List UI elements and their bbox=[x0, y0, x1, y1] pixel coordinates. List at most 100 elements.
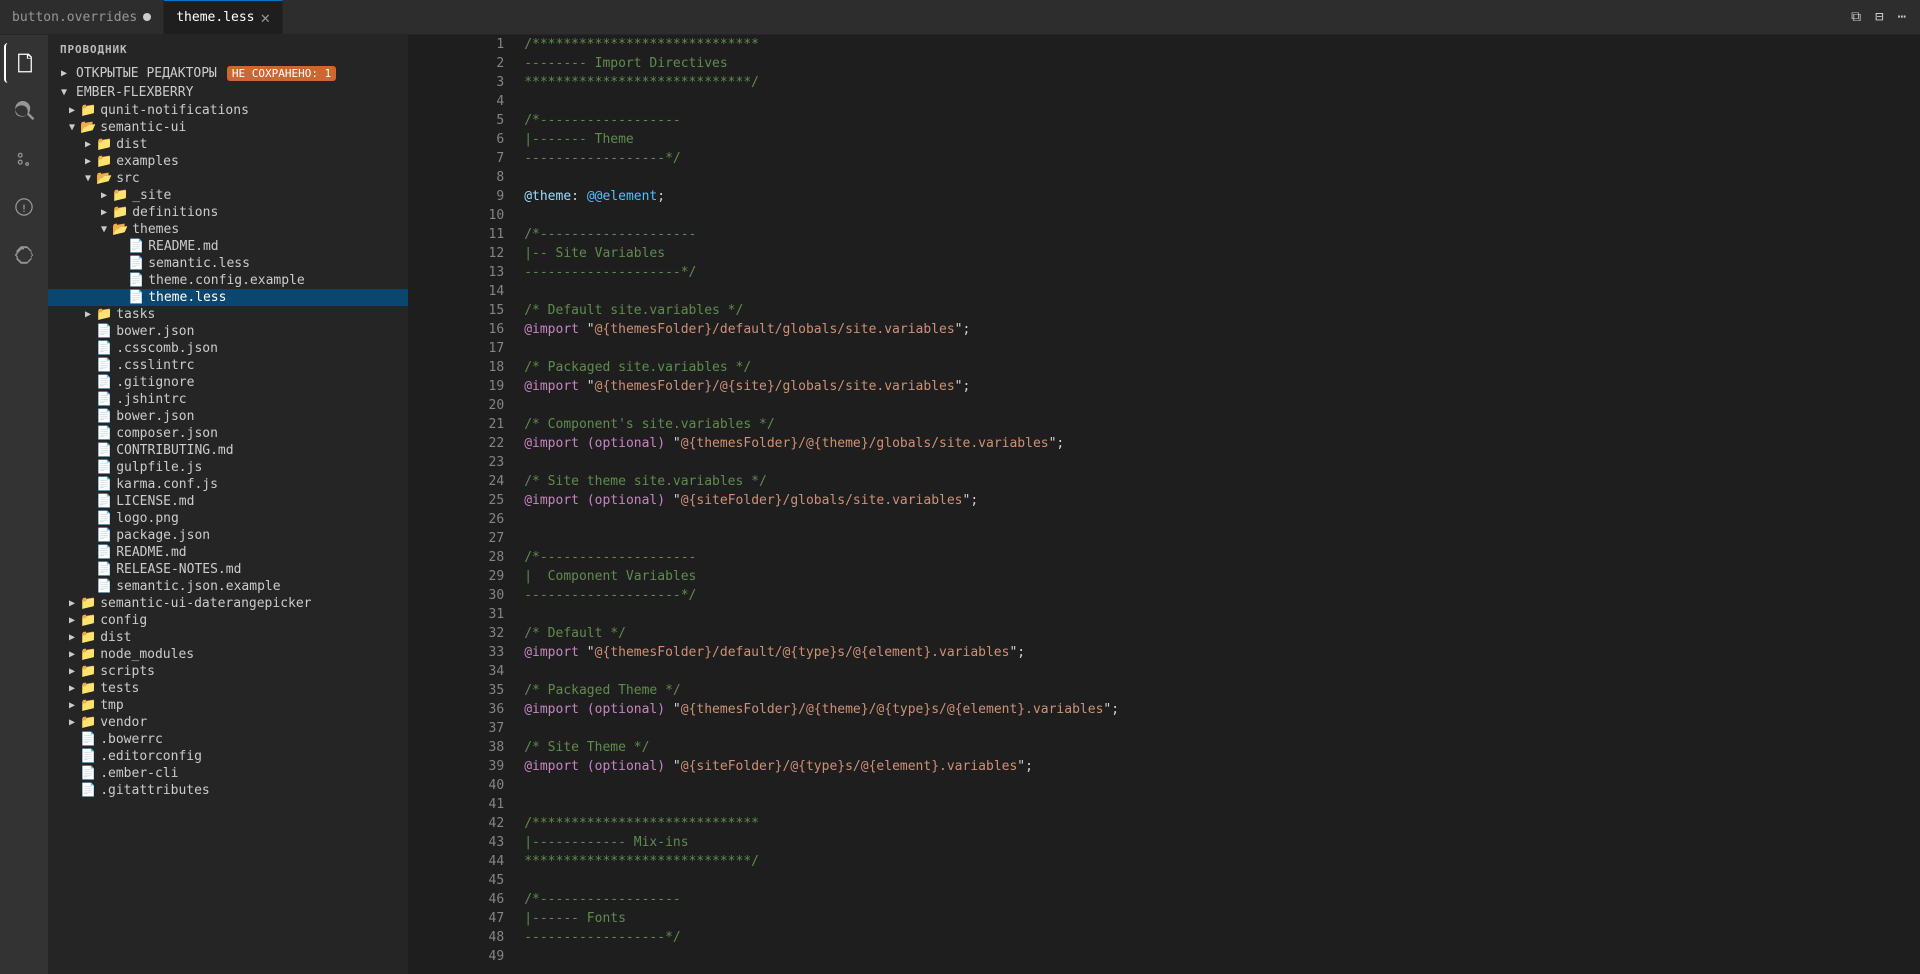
tree-item[interactable]: 📄semantic.less bbox=[48, 255, 408, 272]
tree-item[interactable]: 📄theme.less bbox=[48, 289, 408, 306]
file-icon: 📄 bbox=[96, 324, 112, 339]
file-icon: 📄 bbox=[80, 766, 96, 781]
tree-item[interactable]: ▶📁dist bbox=[48, 629, 408, 646]
layout-icon[interactable]: ⊟ bbox=[1871, 7, 1887, 27]
code-line: @import (optional) "@{siteFolder}/global… bbox=[520, 491, 1920, 510]
code-line bbox=[520, 605, 1920, 624]
tree-item[interactable]: 📄logo.png bbox=[48, 510, 408, 527]
tree-item[interactable]: ▶📁tests bbox=[48, 680, 408, 697]
line-number: 8 bbox=[408, 168, 520, 187]
folder-icon: 📁 bbox=[80, 613, 96, 628]
tab-button-overrides[interactable]: button.overrides bbox=[0, 0, 164, 34]
editor-area: 1/*****************************2--------… bbox=[408, 35, 1920, 974]
line-number: 9 bbox=[408, 187, 520, 206]
tree-item[interactable]: 📄gulpfile.js bbox=[48, 459, 408, 476]
line-number: 15 bbox=[408, 301, 520, 320]
tree-item[interactable]: ▶📁scripts bbox=[48, 663, 408, 680]
chevron-icon: ▶ bbox=[64, 632, 80, 643]
tree-item[interactable]: 📄LICENSE.md bbox=[48, 493, 408, 510]
project-section[interactable]: ▼ EMBER-FLEXBERRY bbox=[48, 83, 408, 102]
tree-item[interactable]: ▶📁examples bbox=[48, 153, 408, 170]
line-number: 35 bbox=[408, 681, 520, 700]
tree-item[interactable]: 📄.gitignore bbox=[48, 374, 408, 391]
tree-item[interactable]: 📄README.md bbox=[48, 238, 408, 255]
file-icon: 📄 bbox=[128, 256, 144, 271]
tree-item[interactable]: 📄theme.config.example bbox=[48, 272, 408, 289]
extensions-icon[interactable] bbox=[4, 235, 44, 275]
chevron-icon: ▼ bbox=[96, 224, 112, 235]
tab-close-icon[interactable]: ✕ bbox=[261, 10, 271, 26]
open-editors-section[interactable]: ▶ ОТКРЫТЫЕ РЕДАКТОРЫ НЕ СОХРАНЕНО: 1 bbox=[48, 64, 408, 83]
line-number: 32 bbox=[408, 624, 520, 643]
tree-item[interactable]: 📄CONTRIBUTING.md bbox=[48, 442, 408, 459]
code-line: |-- Site Variables bbox=[520, 244, 1920, 263]
tree-item[interactable]: 📄composer.json bbox=[48, 425, 408, 442]
tree-item[interactable]: 📄semantic.json.example bbox=[48, 578, 408, 595]
tree-item[interactable]: 📄bower.json bbox=[48, 408, 408, 425]
tree-item[interactable]: 📄karma.conf.js bbox=[48, 476, 408, 493]
tree-item[interactable]: ▶📁_site bbox=[48, 187, 408, 204]
tree-item[interactable]: 📄.bowerrc bbox=[48, 731, 408, 748]
folder-icon: 📁 bbox=[80, 664, 96, 679]
code-line: @import (optional) "@{themesFolder}/@{th… bbox=[520, 434, 1920, 453]
folder-icon: 📁 bbox=[80, 630, 96, 645]
tree-item-label: tests bbox=[100, 681, 139, 696]
tree-item[interactable]: ▶📁semantic-ui-daterangepicker bbox=[48, 595, 408, 612]
editor-content[interactable]: 1/*****************************2--------… bbox=[408, 35, 1920, 974]
tree-item[interactable]: 📄.csslintrc bbox=[48, 357, 408, 374]
code-line bbox=[520, 719, 1920, 738]
code-line bbox=[520, 92, 1920, 111]
explorer-icon[interactable] bbox=[4, 43, 44, 83]
tree-item[interactable]: ▶📁tmp bbox=[48, 697, 408, 714]
line-number: 23 bbox=[408, 453, 520, 472]
tab-theme-less[interactable]: theme.less ✕ bbox=[164, 0, 283, 34]
tree-item-label: README.md bbox=[116, 545, 186, 560]
tree-item[interactable]: ▶📁qunit-notifications bbox=[48, 102, 408, 119]
tree-item[interactable]: ▼📂src bbox=[48, 170, 408, 187]
line-number: 25 bbox=[408, 491, 520, 510]
tree-item[interactable]: 📄.ember-cli bbox=[48, 765, 408, 782]
tree-item[interactable]: ▶📁node_modules bbox=[48, 646, 408, 663]
file-icon: 📄 bbox=[128, 239, 144, 254]
more-icon[interactable]: ⋯ bbox=[1894, 7, 1910, 27]
debug-icon[interactable] bbox=[4, 187, 44, 227]
code-line bbox=[520, 776, 1920, 795]
tree-item[interactable]: 📄.csscomb.json bbox=[48, 340, 408, 357]
file-icon: 📄 bbox=[96, 511, 112, 526]
tree-item[interactable]: ▼📂themes bbox=[48, 221, 408, 238]
tree-item[interactable]: 📄.jshintrc bbox=[48, 391, 408, 408]
line-number: 21 bbox=[408, 415, 520, 434]
line-number: 27 bbox=[408, 529, 520, 548]
line-number: 24 bbox=[408, 472, 520, 491]
tree-item[interactable]: ▶📁dist bbox=[48, 136, 408, 153]
tree-item-label: .bowerrc bbox=[100, 732, 163, 747]
tree-item-label: semantic-ui bbox=[100, 120, 186, 135]
tree-item[interactable]: 📄RELEASE-NOTES.md bbox=[48, 561, 408, 578]
tree-item[interactable]: ▶📁config bbox=[48, 612, 408, 629]
chevron-icon: ▶ bbox=[64, 105, 80, 116]
source-control-icon[interactable] bbox=[4, 139, 44, 179]
search-activity-icon[interactable] bbox=[4, 91, 44, 131]
tree-item[interactable]: 📄README.md bbox=[48, 544, 408, 561]
tree-item[interactable]: 📄bower.json bbox=[48, 323, 408, 340]
tree-item[interactable]: ▼📂semantic-ui bbox=[48, 119, 408, 136]
tree-item[interactable]: 📄.gitattributes bbox=[48, 782, 408, 799]
tree-item[interactable]: 📄.editorconfig bbox=[48, 748, 408, 765]
tree-item[interactable]: ▶📁vendor bbox=[48, 714, 408, 731]
tree-item[interactable]: ▶📁definitions bbox=[48, 204, 408, 221]
folder-icon: 📁 bbox=[96, 307, 112, 322]
line-number: 44 bbox=[408, 852, 520, 871]
line-number: 3 bbox=[408, 73, 520, 92]
code-line bbox=[520, 947, 1920, 966]
tree-item-label: themes bbox=[132, 222, 179, 237]
tree-item[interactable]: 📄package.json bbox=[48, 527, 408, 544]
tree-item[interactable]: ▶📁tasks bbox=[48, 306, 408, 323]
line-number: 33 bbox=[408, 643, 520, 662]
code-line: /* Site Theme */ bbox=[520, 738, 1920, 757]
code-line bbox=[520, 795, 1920, 814]
line-number: 29 bbox=[408, 567, 520, 586]
tree-item-label: _site bbox=[132, 188, 171, 203]
split-editor-icon[interactable]: ⧉ bbox=[1847, 7, 1865, 27]
file-icon: 📄 bbox=[96, 409, 112, 424]
tree-item-label: config bbox=[100, 613, 147, 628]
